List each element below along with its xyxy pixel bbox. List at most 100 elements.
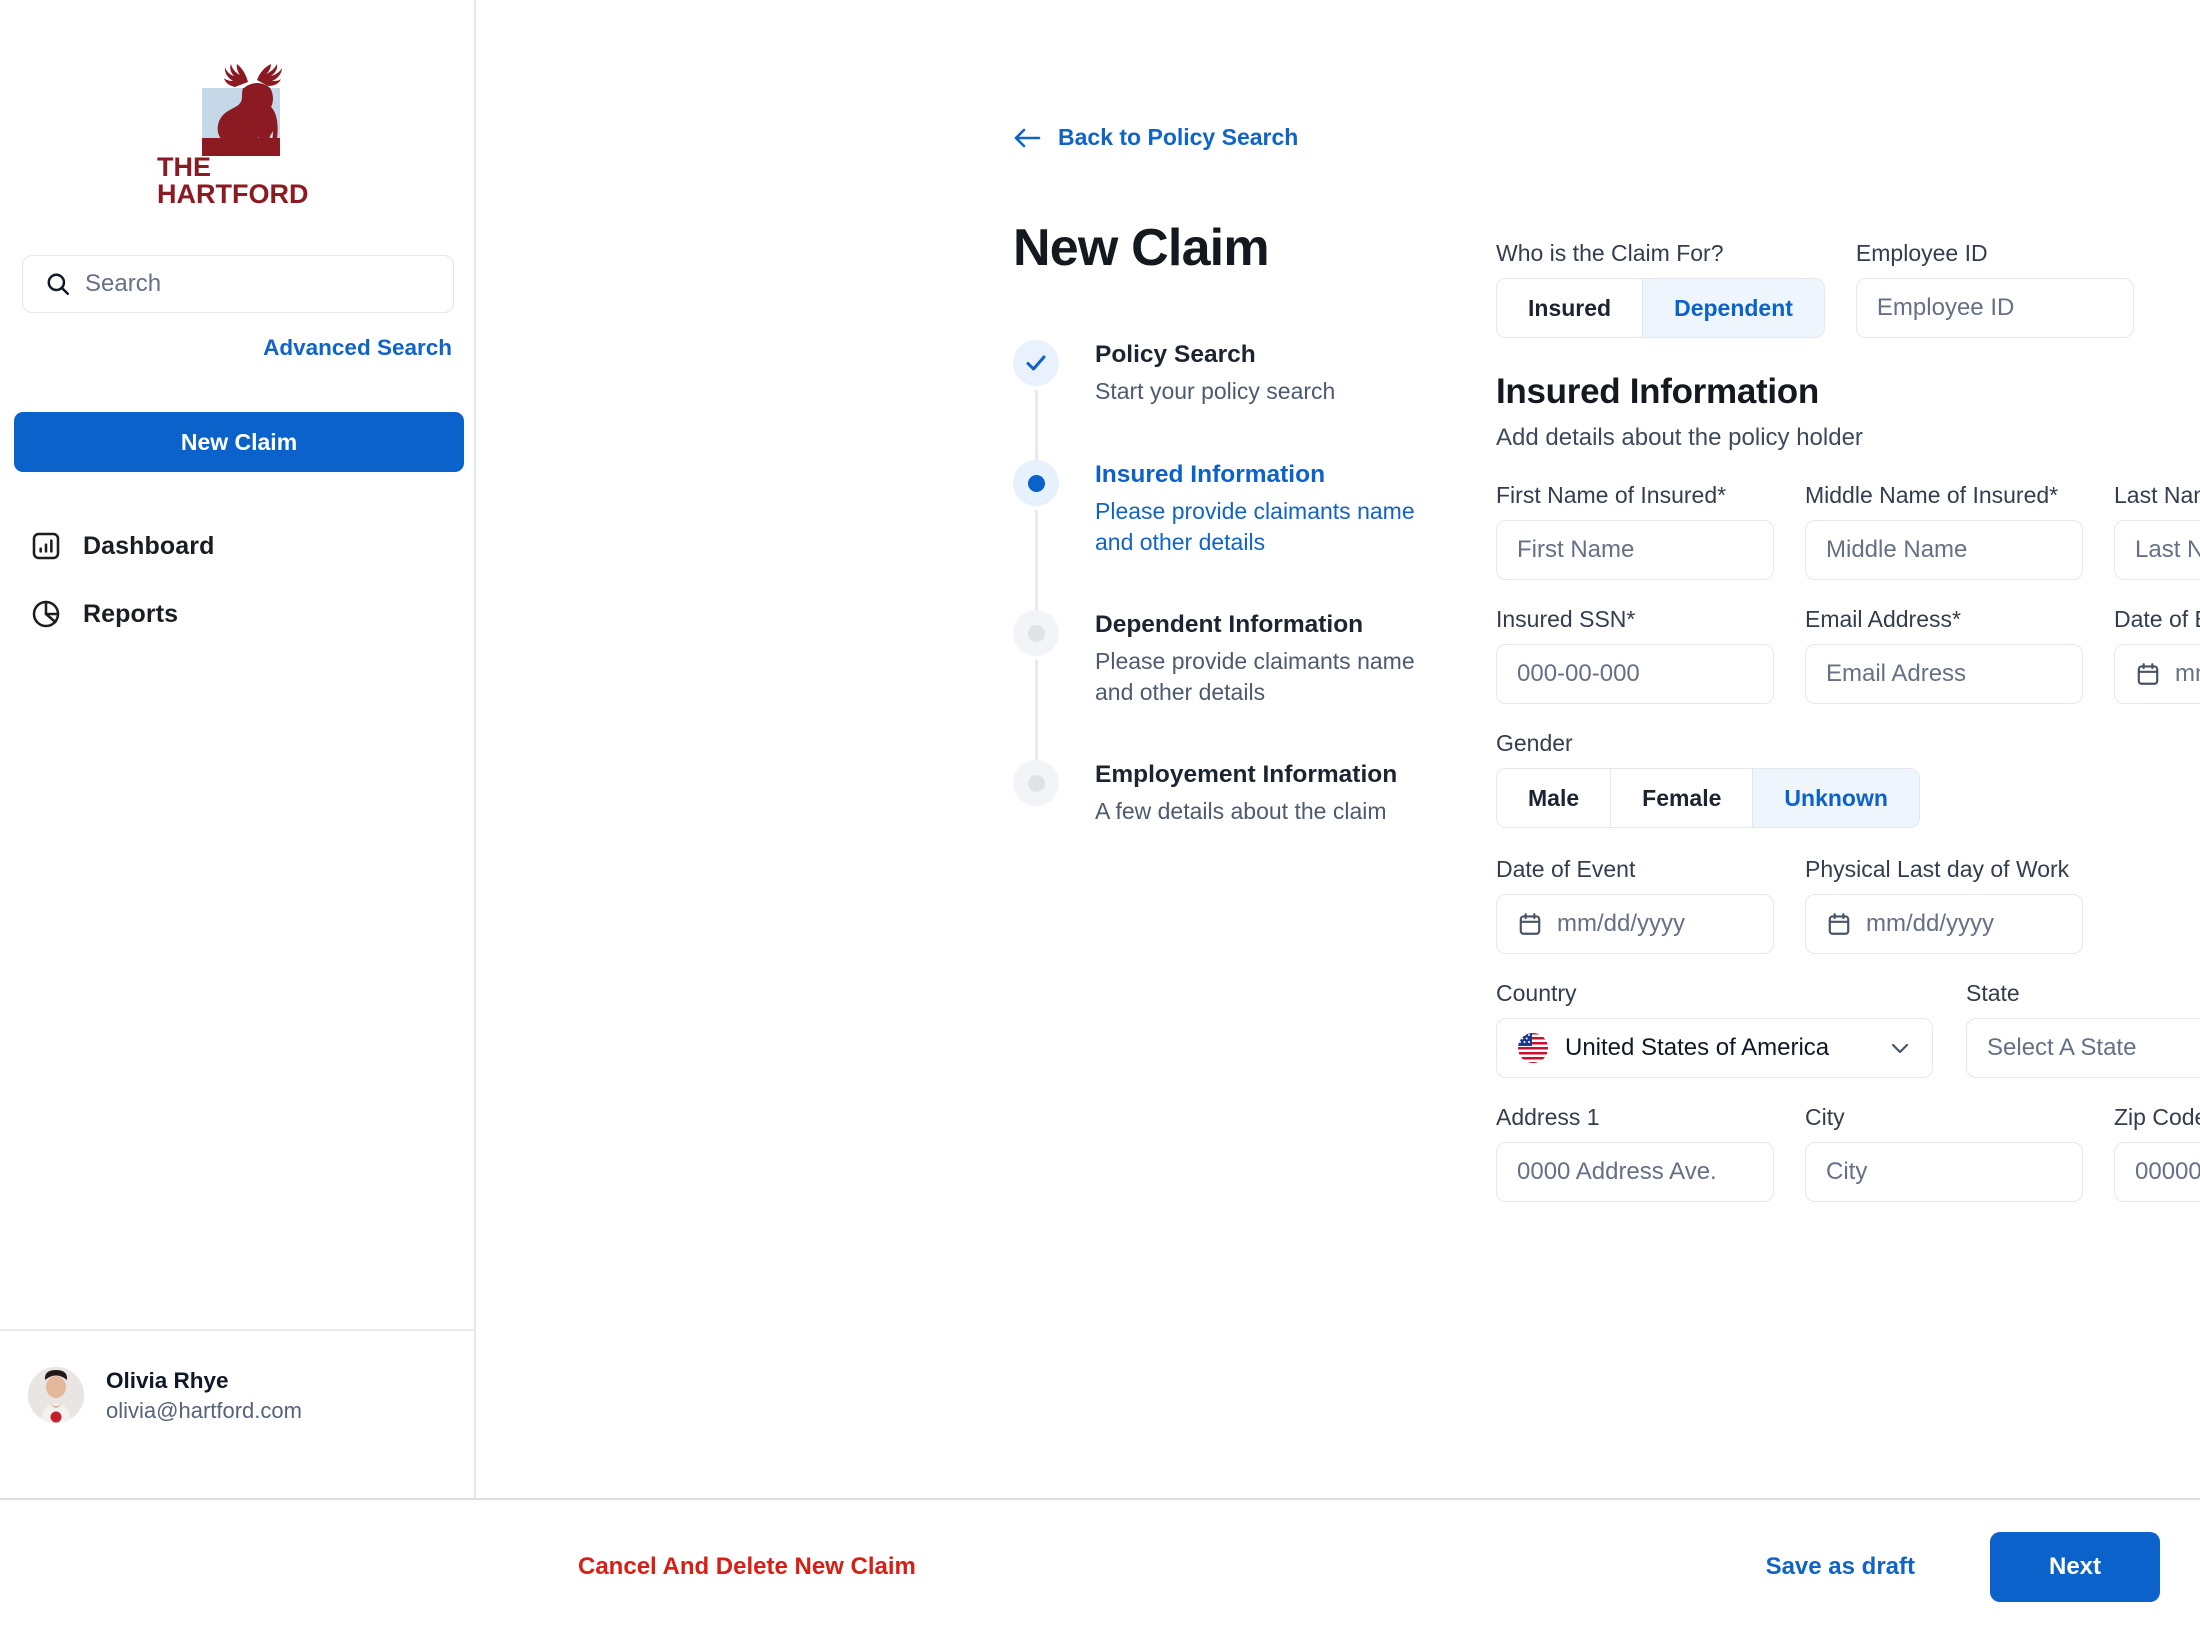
back-to-policy-search-link[interactable]: Back to Policy Search <box>1013 124 1298 151</box>
email-group: Email Address* <box>1805 606 2083 704</box>
gender-option-female[interactable]: Female <box>1611 769 1754 827</box>
first-name-group: First Name of Insured* <box>1496 482 1774 580</box>
city-group: City <box>1805 1104 2083 1202</box>
pie-chart-icon <box>30 598 62 630</box>
step-connector <box>1035 660 1038 772</box>
step-policy-search[interactable]: Policy Search Start your policy search <box>1013 340 1433 472</box>
state-select[interactable]: Select A State <box>1966 1018 2200 1078</box>
footer-action-bar: Cancel And Delete New Claim Save as draf… <box>0 1498 2200 1633</box>
date-of-event-input[interactable] <box>1557 910 1753 938</box>
middle-name-group: Middle Name of Insured* <box>1805 482 2083 580</box>
new-claim-button[interactable]: New Claim <box>14 412 464 472</box>
dob-input[interactable] <box>2175 660 2200 688</box>
employee-id-group: Employee ID <box>1855 240 2134 338</box>
back-link-label: Back to Policy Search <box>1058 124 1299 150</box>
cancel-delete-claim-link[interactable]: Cancel And Delete New Claim <box>578 1553 916 1581</box>
step-check-icon <box>1013 340 1059 386</box>
country-value: United States of America <box>1565 1034 1830 1061</box>
next-button[interactable]: Next <box>1990 1531 2160 1602</box>
address1-label: Address 1 <box>1496 1104 1600 1130</box>
state-label: State <box>1966 980 2020 1006</box>
ssn-input[interactable] <box>1496 644 1774 704</box>
email-input[interactable] <box>1805 644 2083 704</box>
country-label: Country <box>1496 980 1577 1006</box>
step-title: Insured Information <box>1095 461 1326 488</box>
section-header: Insured Information Add details about th… <box>1496 372 2200 452</box>
step-desc: A few details about the claim <box>1095 797 1387 824</box>
step-dependent-information[interactable]: Dependent Information Please provide cla… <box>1013 610 1433 772</box>
profile-name: Olivia Rhye <box>106 1367 229 1393</box>
date-of-event-group: Date of Event <box>1496 856 1774 954</box>
gender-toggle[interactable]: Male Female Unknown <box>1496 768 1920 828</box>
country-select[interactable]: United States of America <box>1496 1018 1933 1078</box>
profile-email: olivia@hartford.com <box>106 1397 302 1423</box>
sidebar-item-reports[interactable]: Reports <box>30 580 450 648</box>
svg-text:THE: THE <box>157 152 211 182</box>
employee-id-input[interactable] <box>1855 278 2134 338</box>
country-group: Country United States of America <box>1496 980 1933 1078</box>
section-subtitle: Add details about the policy holder <box>1496 424 1863 451</box>
avatar <box>28 1367 84 1424</box>
last-day-work-wrapper[interactable] <box>1805 894 2083 954</box>
gender-option-unknown[interactable]: Unknown <box>1753 769 1919 827</box>
sidebar-item-dashboard[interactable]: Dashboard <box>30 512 450 580</box>
first-name-input[interactable] <box>1496 520 1774 580</box>
calendar-icon <box>1826 911 1852 937</box>
last-day-work-label: Physical Last day of Work <box>1805 856 2070 882</box>
date-of-event-wrapper[interactable] <box>1496 894 1774 954</box>
step-pending-dot-icon <box>1013 610 1059 656</box>
step-employment-information[interactable]: Employement Information A few details ab… <box>1013 760 1433 827</box>
step-pending-dot-icon <box>1013 760 1059 806</box>
dob-input-wrapper[interactable] <box>2114 644 2200 704</box>
save-as-draft-link[interactable]: Save as draft <box>1766 1553 1915 1581</box>
search-input[interactable] <box>85 270 415 298</box>
claim-for-label: Who is the Claim For? <box>1496 240 1724 266</box>
advanced-search-link[interactable]: Advanced Search <box>263 335 452 361</box>
search-box[interactable] <box>22 255 454 313</box>
last-name-input[interactable] <box>2114 520 2200 580</box>
calendar-icon <box>2135 661 2161 687</box>
claim-for-option-dependent[interactable]: Dependent <box>1643 279 1824 337</box>
step-desc: Please provide claimants name and other … <box>1095 647 1415 706</box>
step-desc: Start your policy search <box>1095 377 1336 404</box>
svg-text:HARTFORD: HARTFORD <box>157 179 308 206</box>
address1-input[interactable] <box>1496 1142 1774 1202</box>
city-label: City <box>1805 1104 1845 1130</box>
ssn-label: Insured SSN* <box>1496 606 1636 632</box>
first-name-label: First Name of Insured* <box>1496 482 1727 508</box>
sidebar-item-label: Dashboard <box>83 531 215 560</box>
last-day-work-input[interactable] <box>1866 910 2062 938</box>
us-flag-icon <box>1517 1032 1549 1064</box>
hartford-logo-icon: THE HARTFORD <box>152 46 322 206</box>
zip-label: Zip Code <box>2114 1104 2200 1130</box>
step-connector <box>1035 510 1038 622</box>
employee-id-label: Employee ID <box>1855 240 1988 266</box>
last-name-group: Last Name of Insured* <box>2114 482 2200 580</box>
step-current-dot-icon <box>1013 460 1059 506</box>
middle-name-label: Middle Name of Insured* <box>1805 482 2059 508</box>
sidebar: THE HARTFORD Advanced Search New Claim <box>0 0 476 1498</box>
section-title: Insured Information <box>1496 372 1819 411</box>
calendar-icon <box>1517 911 1543 937</box>
insured-information-form: Who is the Claim For? Insured Dependent … <box>1496 240 2200 1202</box>
last-day-work-group: Physical Last day of Work <box>1805 856 2083 954</box>
app-root: THE HARTFORD Advanced Search New Claim <box>0 0 2200 1633</box>
address1-group: Address 1 <box>1496 1104 1774 1202</box>
step-insured-information[interactable]: Insured Information Please provide claim… <box>1013 460 1433 622</box>
city-input[interactable] <box>1805 1142 2083 1202</box>
claim-for-toggle[interactable]: Insured Dependent <box>1496 278 1825 338</box>
claim-for-option-insured[interactable]: Insured <box>1497 279 1644 337</box>
claim-for-group: Who is the Claim For? Insured Dependent <box>1496 240 1825 338</box>
last-name-label: Last Name of Insured* <box>2114 482 2200 508</box>
page-title: New Claim <box>1013 219 1270 277</box>
step-desc: Please provide claimants name and other … <box>1095 497 1415 556</box>
gender-option-male[interactable]: Male <box>1497 769 1612 827</box>
sidebar-item-label: Reports <box>83 599 179 628</box>
user-profile[interactable]: Olivia Rhye olivia@hartford.com <box>0 1328 476 1426</box>
zip-input[interactable] <box>2114 1142 2200 1202</box>
main-content: Back to Policy Search New Claim Policy S… <box>476 0 2200 1498</box>
step-title: Dependent Information <box>1095 611 1364 638</box>
step-title: Employement Information <box>1095 761 1398 788</box>
arrow-left-icon <box>1013 127 1041 149</box>
middle-name-input[interactable] <box>1805 520 2083 580</box>
